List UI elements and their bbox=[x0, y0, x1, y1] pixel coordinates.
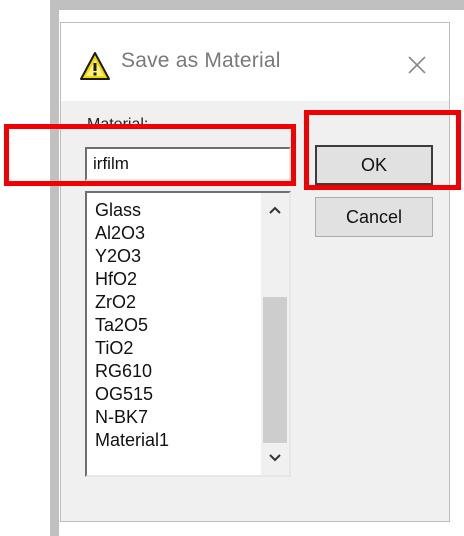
list-item[interactable]: OG515 bbox=[95, 383, 255, 406]
list-item[interactable]: HfO2 bbox=[95, 268, 255, 291]
list-item[interactable]: Ta2O5 bbox=[95, 314, 255, 337]
scroll-down-button[interactable] bbox=[261, 445, 289, 471]
material-input[interactable] bbox=[85, 147, 291, 181]
warning-triangle-icon bbox=[80, 52, 110, 80]
material-list[interactable]: Glass Al2O3 Y2O3 HfO2 ZrO2 Ta2O5 TiO2 RG… bbox=[85, 191, 291, 477]
cancel-button[interactable]: Cancel bbox=[315, 197, 433, 237]
material-list-items: Glass Al2O3 Y2O3 HfO2 ZrO2 Ta2O5 TiO2 RG… bbox=[95, 199, 255, 452]
list-scrollbar[interactable] bbox=[261, 193, 289, 475]
outer-window-frame-top bbox=[50, 0, 464, 10]
scroll-up-button[interactable] bbox=[261, 197, 289, 223]
list-item[interactable]: ZrO2 bbox=[95, 291, 255, 314]
chevron-down-icon bbox=[269, 454, 281, 462]
outer-window-frame bbox=[50, 0, 59, 536]
list-item[interactable]: TiO2 bbox=[95, 337, 255, 360]
list-item[interactable]: Glass bbox=[95, 199, 255, 222]
background bbox=[0, 0, 50, 536]
title-bar: Save as Material bbox=[61, 23, 449, 101]
material-label: Material: bbox=[87, 116, 149, 133]
scroll-thumb[interactable] bbox=[263, 297, 287, 443]
chevron-up-icon bbox=[269, 206, 281, 214]
save-as-material-dialog: Save as Material Material: Glass Al2O3 Y… bbox=[60, 22, 450, 522]
list-item[interactable]: Material1 bbox=[95, 429, 255, 452]
ok-button[interactable]: OK bbox=[315, 145, 433, 185]
list-item[interactable]: N-BK7 bbox=[95, 406, 255, 429]
list-item[interactable]: Y2O3 bbox=[95, 245, 255, 268]
close-icon bbox=[408, 56, 426, 74]
list-item[interactable]: Al2O3 bbox=[95, 222, 255, 245]
dialog-title: Save as Material bbox=[121, 49, 281, 72]
list-item[interactable]: RG610 bbox=[95, 360, 255, 383]
close-button[interactable] bbox=[399, 47, 435, 83]
